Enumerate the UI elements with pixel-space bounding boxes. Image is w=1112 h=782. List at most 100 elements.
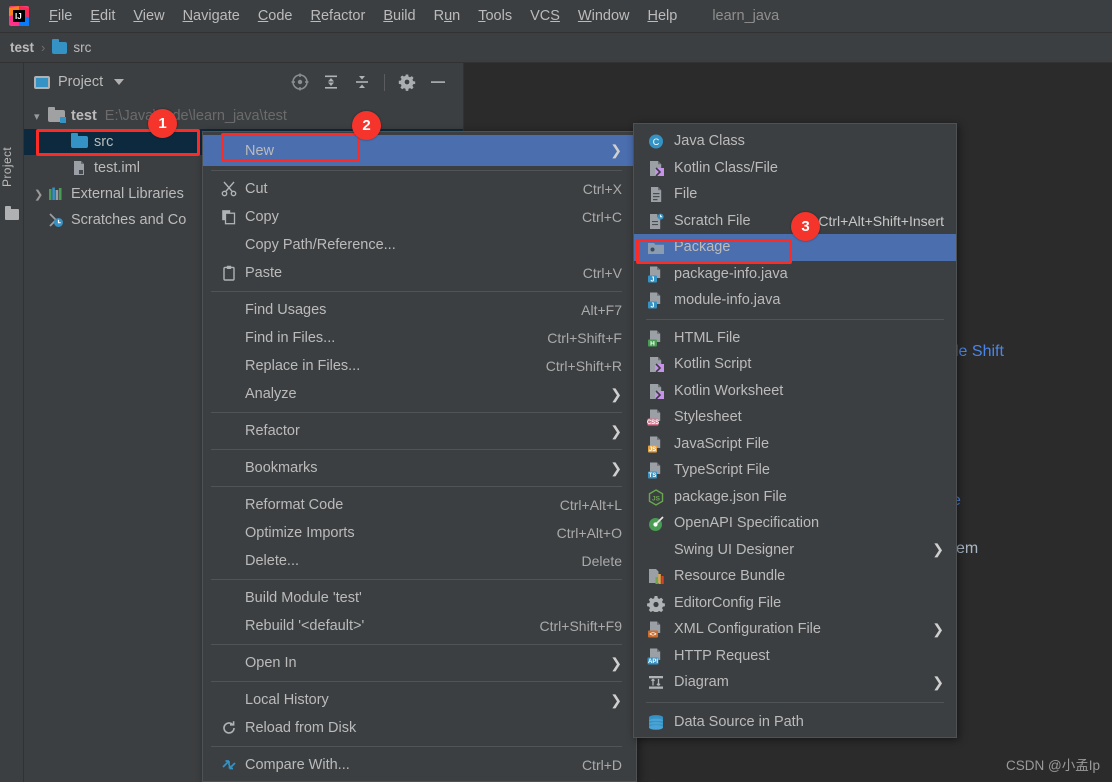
submenu-item-kotlin-worksheet[interactable]: Kotlin Worksheet (634, 378, 956, 405)
tool-window-tab-structure[interactable]: Structure (0, 775, 24, 782)
chevron-down-icon[interactable]: ▾ (34, 110, 48, 123)
submenu-item-javascript-file[interactable]: JS JavaScript File (634, 431, 956, 458)
tree-node-test[interactable]: ▾ test E:\Java\code\learn_java\test (24, 103, 463, 129)
context-menu-item-reformat-code[interactable]: Reformat Code Ctrl+Alt+L (203, 491, 636, 519)
expand-all-icon[interactable] (322, 73, 340, 91)
context-menu-item-local-history[interactable]: Local History ❯ (203, 686, 636, 714)
folder-icon[interactable] (5, 206, 19, 220)
context-menu-item-new[interactable]: New ❯ (203, 135, 636, 166)
submenu-item-module-info-java[interactable]: J module-info.java (634, 287, 956, 314)
menu-item-window[interactable]: Window (569, 5, 639, 27)
collapse-all-icon[interactable] (353, 73, 371, 91)
chevron-right-icon: ❯ (610, 691, 622, 708)
context-menu-item-cut[interactable]: Cut Ctrl+X (203, 175, 636, 203)
breadcrumb: test › src (0, 33, 1112, 63)
context-menu-item-reload-from-disk[interactable]: Reload from Disk (203, 714, 636, 742)
context-menu-item-analyze[interactable]: Analyze ❯ (203, 380, 636, 408)
context-menu-item-replace-in-files[interactable]: Replace in Files... Ctrl+Shift+R (203, 352, 636, 380)
submenu-item-typescript-file[interactable]: TS TypeScript File (634, 457, 956, 484)
svg-text:<>: <> (649, 632, 657, 638)
context-menu-item-refactor[interactable]: Refactor ❯ (203, 417, 636, 445)
menu-item-help[interactable]: Help (638, 5, 686, 27)
context-menu-item-label: New (245, 142, 275, 159)
submenu-item-package-json-file[interactable]: JS package.json File (634, 484, 956, 511)
file-icon (647, 186, 665, 203)
context-menu-item-rebuild[interactable]: Rebuild '<default>' Ctrl+Shift+F9 (203, 612, 636, 640)
breadcrumb-leaf[interactable]: src (73, 40, 91, 55)
submenu-item-openapi-specification[interactable]: OpenAPI Specification (634, 510, 956, 537)
menu-item-help-label: elp (657, 8, 678, 24)
select-opened-file-icon[interactable] (291, 73, 309, 91)
context-menu-item-shortcut: Ctrl+V (582, 265, 622, 281)
submenu-item-java-class[interactable]: C Java Class (634, 128, 956, 155)
menu-item-refactor[interactable]: Refactor (302, 5, 375, 27)
context-menu-item-find-usages[interactable]: Find Usages Alt+F7 (203, 296, 636, 324)
menu-item-refactor-label: efactor (320, 8, 366, 24)
menu-item-edit[interactable]: Edit (81, 5, 124, 27)
submenu-item-swing-ui-designer[interactable]: Swing UI Designer ❯ (634, 537, 956, 564)
menu-item-window-label: indow (591, 8, 630, 24)
submenu-item-label: Stylesheet (674, 409, 742, 426)
context-menu-item-optimize-imports[interactable]: Optimize Imports Ctrl+Alt+O (203, 519, 636, 547)
editor-text-fragment: em (956, 540, 979, 557)
project-icon (34, 75, 50, 89)
submenu-item-http-request[interactable]: API HTTP Request (634, 643, 956, 670)
tool-window-tab-project[interactable]: Project (0, 135, 24, 199)
submenu-item-package-info-java[interactable]: J package-info.java (634, 261, 956, 288)
context-menu-item-label: Copy Path/Reference... (245, 237, 396, 253)
submenu-item-kotlin-class-file[interactable]: Kotlin Class/File (634, 155, 956, 182)
submenu-item-diagram[interactable]: Diagram ❯ (634, 669, 956, 696)
context-menu-item-open-in[interactable]: Open In ❯ (203, 649, 636, 677)
menu-mnemonic: W (577, 8, 592, 24)
scissors-icon (221, 181, 237, 197)
menu-item-navigate[interactable]: Navigate (174, 5, 249, 27)
submenu-item-editorconfig-file[interactable]: EditorConfig File (634, 590, 956, 617)
chevron-down-icon[interactable] (114, 79, 125, 85)
menu-item-code[interactable]: Code (249, 5, 302, 27)
submenu-item-label: OpenAPI Specification (674, 515, 820, 532)
context-menu-item-compare-with[interactable]: Compare With... Ctrl+D (203, 751, 636, 779)
submenu-item-label: package-info.java (674, 265, 788, 282)
breadcrumb-root[interactable]: test (10, 40, 34, 55)
context-menu-item-bookmarks[interactable]: Bookmarks ❯ (203, 454, 636, 482)
menu-separator (211, 412, 622, 413)
submenu-item-file[interactable]: File (634, 181, 956, 208)
menu-item-file[interactable]: File (40, 5, 81, 27)
context-menu-item-copy-path-reference[interactable]: Copy Path/Reference... (203, 231, 636, 259)
menu-mnemonic: R (310, 8, 321, 24)
submenu-item-package[interactable]: Package (634, 234, 956, 261)
chevron-right-icon[interactable]: ❯ (34, 188, 48, 201)
submenu-item-kotlin-script[interactable]: Kotlin Script (634, 351, 956, 378)
context-menu-item-copy[interactable]: Copy Ctrl+C (203, 203, 636, 231)
context-menu-item-label: Local History (245, 692, 329, 708)
menu-item-vcs[interactable]: VCS (521, 5, 569, 27)
menu-item-file-label: ile (57, 8, 73, 24)
iml-file-icon (71, 160, 88, 176)
menu-item-run[interactable]: Run (425, 5, 470, 27)
gear-icon[interactable] (398, 73, 416, 91)
submenu-item-html-file[interactable]: H HTML File (634, 325, 956, 352)
breadcrumb-separator-icon: › (41, 40, 46, 55)
menu-mnemonic: H (647, 8, 658, 24)
submenu-item-label: TypeScript File (674, 462, 770, 479)
context-menu-item-label: Bookmarks (245, 460, 318, 476)
context-menu-item-build-module[interactable]: Build Module 'test' (203, 584, 636, 612)
menu-item-tools[interactable]: Tools (469, 5, 521, 27)
submenu-item-label: Data Source in Path (674, 713, 804, 730)
submenu-item-xml-configuration-file[interactable]: <> XML Configuration File ❯ (634, 616, 956, 643)
package-icon (647, 239, 665, 256)
menu-item-build[interactable]: Build (374, 5, 424, 27)
menu-mnemonic: N (182, 8, 194, 24)
hide-icon[interactable] (429, 73, 447, 91)
submenu-item-stylesheet[interactable]: CSS Stylesheet (634, 404, 956, 431)
context-menu-item-delete[interactable]: Delete... Delete (203, 547, 636, 575)
context-menu-item-paste[interactable]: Paste Ctrl+V (203, 259, 636, 287)
context-menu-item-find-in-files[interactable]: Find in Files... Ctrl+Shift+F (203, 324, 636, 352)
menu-item-tools-label: ools (485, 8, 513, 24)
menu-item-view[interactable]: View (124, 5, 173, 27)
submenu-item-data-source-in-path[interactable]: Data Source in Path (634, 709, 956, 736)
svg-text:IJ: IJ (15, 12, 22, 21)
html-file-icon: H (647, 330, 665, 347)
submenu-item-resource-bundle[interactable]: Resource Bundle (634, 563, 956, 590)
menu-mnemonic: C (257, 8, 269, 24)
